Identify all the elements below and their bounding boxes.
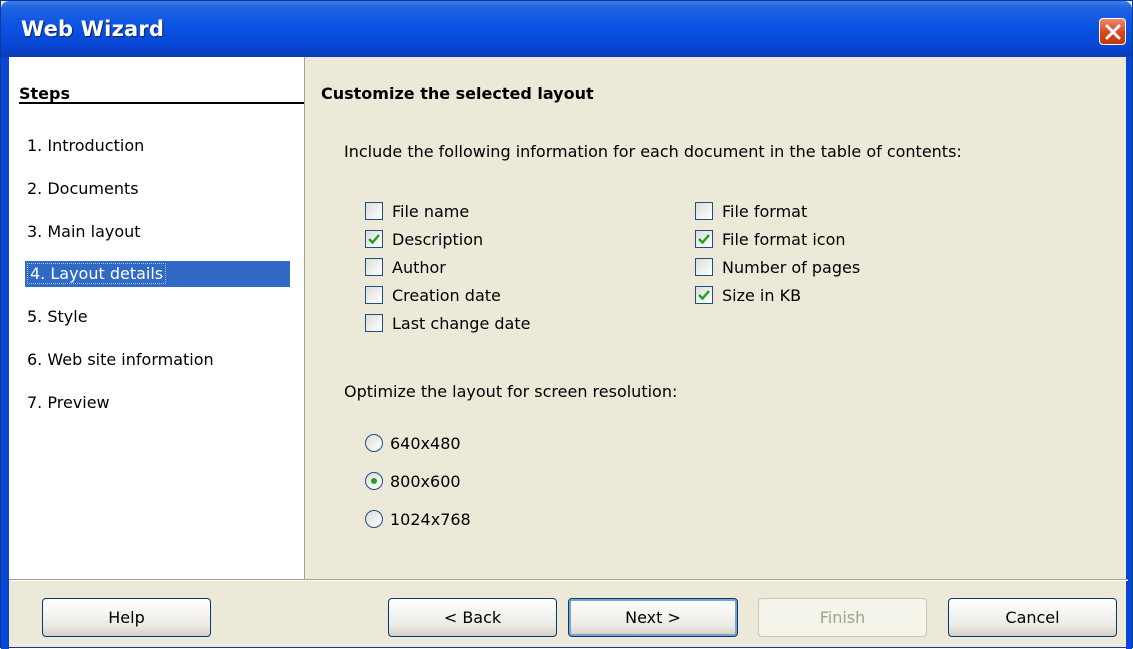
number-of-pages-label[interactable]: Number of pages bbox=[722, 258, 860, 277]
back-button-label: < Back bbox=[443, 608, 502, 627]
finish-button: Finish bbox=[758, 598, 927, 637]
step-label: 1. Introduction bbox=[27, 136, 145, 155]
step-label: 6. Web site information bbox=[27, 350, 214, 369]
file-name-label[interactable]: File name bbox=[392, 202, 469, 221]
step-label: 7. Preview bbox=[27, 393, 110, 412]
step-label: 5. Style bbox=[27, 307, 88, 326]
description-checkbox[interactable] bbox=[365, 230, 383, 248]
file-name-checkbox[interactable] bbox=[365, 202, 383, 220]
back-button[interactable]: < Back bbox=[388, 598, 557, 637]
window-title: Web Wizard bbox=[21, 17, 165, 41]
resolution-1024x768-label[interactable]: 1024x768 bbox=[390, 510, 471, 529]
steps-heading: Steps bbox=[19, 84, 70, 103]
panel-title: Customize the selected layout bbox=[321, 84, 594, 103]
close-button[interactable] bbox=[1099, 18, 1126, 45]
step-introduction[interactable]: 1. Introduction bbox=[27, 133, 144, 159]
check-icon bbox=[698, 290, 710, 301]
finish-button-label: Finish bbox=[819, 608, 866, 627]
step-documents[interactable]: 2. Documents bbox=[27, 176, 139, 202]
help-button-label: Help bbox=[108, 608, 145, 627]
last-change-date-checkbox[interactable] bbox=[365, 314, 383, 332]
window-frame-left bbox=[1, 57, 9, 649]
last-change-date-label[interactable]: Last change date bbox=[392, 314, 530, 333]
window-frame-right bbox=[1126, 57, 1132, 649]
size-in-kb-label[interactable]: Size in KB bbox=[722, 286, 801, 305]
description-label[interactable]: Description bbox=[392, 230, 483, 249]
step-layout-details[interactable]: 4. Layout details bbox=[25, 261, 290, 287]
file-format-label[interactable]: File format bbox=[722, 202, 807, 221]
step-main-layout[interactable]: 3. Main layout bbox=[27, 219, 141, 245]
creation-date-label[interactable]: Creation date bbox=[392, 286, 501, 305]
size-in-kb-checkbox[interactable] bbox=[695, 286, 713, 304]
resolution-800x600-radio[interactable] bbox=[365, 472, 383, 490]
steps-heading-underline bbox=[19, 102, 304, 104]
number-of-pages-checkbox[interactable] bbox=[695, 258, 713, 276]
step-web-site-information[interactable]: 6. Web site information bbox=[27, 347, 214, 373]
creation-date-checkbox[interactable] bbox=[365, 286, 383, 304]
wizard-window: Web Wizard Steps 1. Introduction 2. Docu… bbox=[0, 0, 1133, 649]
resolution-prompt: Optimize the layout for screen resolutio… bbox=[344, 382, 678, 401]
check-icon bbox=[698, 234, 710, 245]
author-checkbox[interactable] bbox=[365, 258, 383, 276]
resolution-1024x768-radio[interactable] bbox=[365, 510, 383, 528]
resolution-640x480-radio[interactable] bbox=[365, 434, 383, 452]
next-button-label: Next > bbox=[625, 608, 681, 627]
close-icon bbox=[1105, 24, 1121, 40]
check-icon bbox=[368, 234, 380, 245]
author-label[interactable]: Author bbox=[392, 258, 446, 277]
sidebar-divider bbox=[304, 57, 305, 579]
step-label: 3. Main layout bbox=[27, 222, 141, 241]
step-style[interactable]: 5. Style bbox=[27, 304, 88, 330]
include-prompt: Include the following information for ea… bbox=[344, 142, 962, 161]
next-button[interactable]: Next > bbox=[568, 598, 738, 637]
help-button[interactable]: Help bbox=[42, 598, 211, 637]
title-bar[interactable]: Web Wizard bbox=[1, 1, 1132, 57]
cancel-button-label: Cancel bbox=[1005, 608, 1060, 627]
resolution-640x480-label[interactable]: 640x480 bbox=[390, 434, 461, 453]
cancel-button[interactable]: Cancel bbox=[948, 598, 1117, 637]
file-format-icon-checkbox[interactable] bbox=[695, 230, 713, 248]
step-label: 2. Documents bbox=[27, 179, 139, 198]
step-label: 4. Layout details bbox=[27, 263, 167, 284]
step-preview[interactable]: 7. Preview bbox=[27, 390, 110, 416]
resolution-800x600-label[interactable]: 800x600 bbox=[390, 472, 461, 491]
file-format-icon-label[interactable]: File format icon bbox=[722, 230, 846, 249]
footer-divider-highlight bbox=[9, 580, 1128, 581]
file-format-checkbox[interactable] bbox=[695, 202, 713, 220]
radio-selected-dot bbox=[371, 478, 377, 484]
